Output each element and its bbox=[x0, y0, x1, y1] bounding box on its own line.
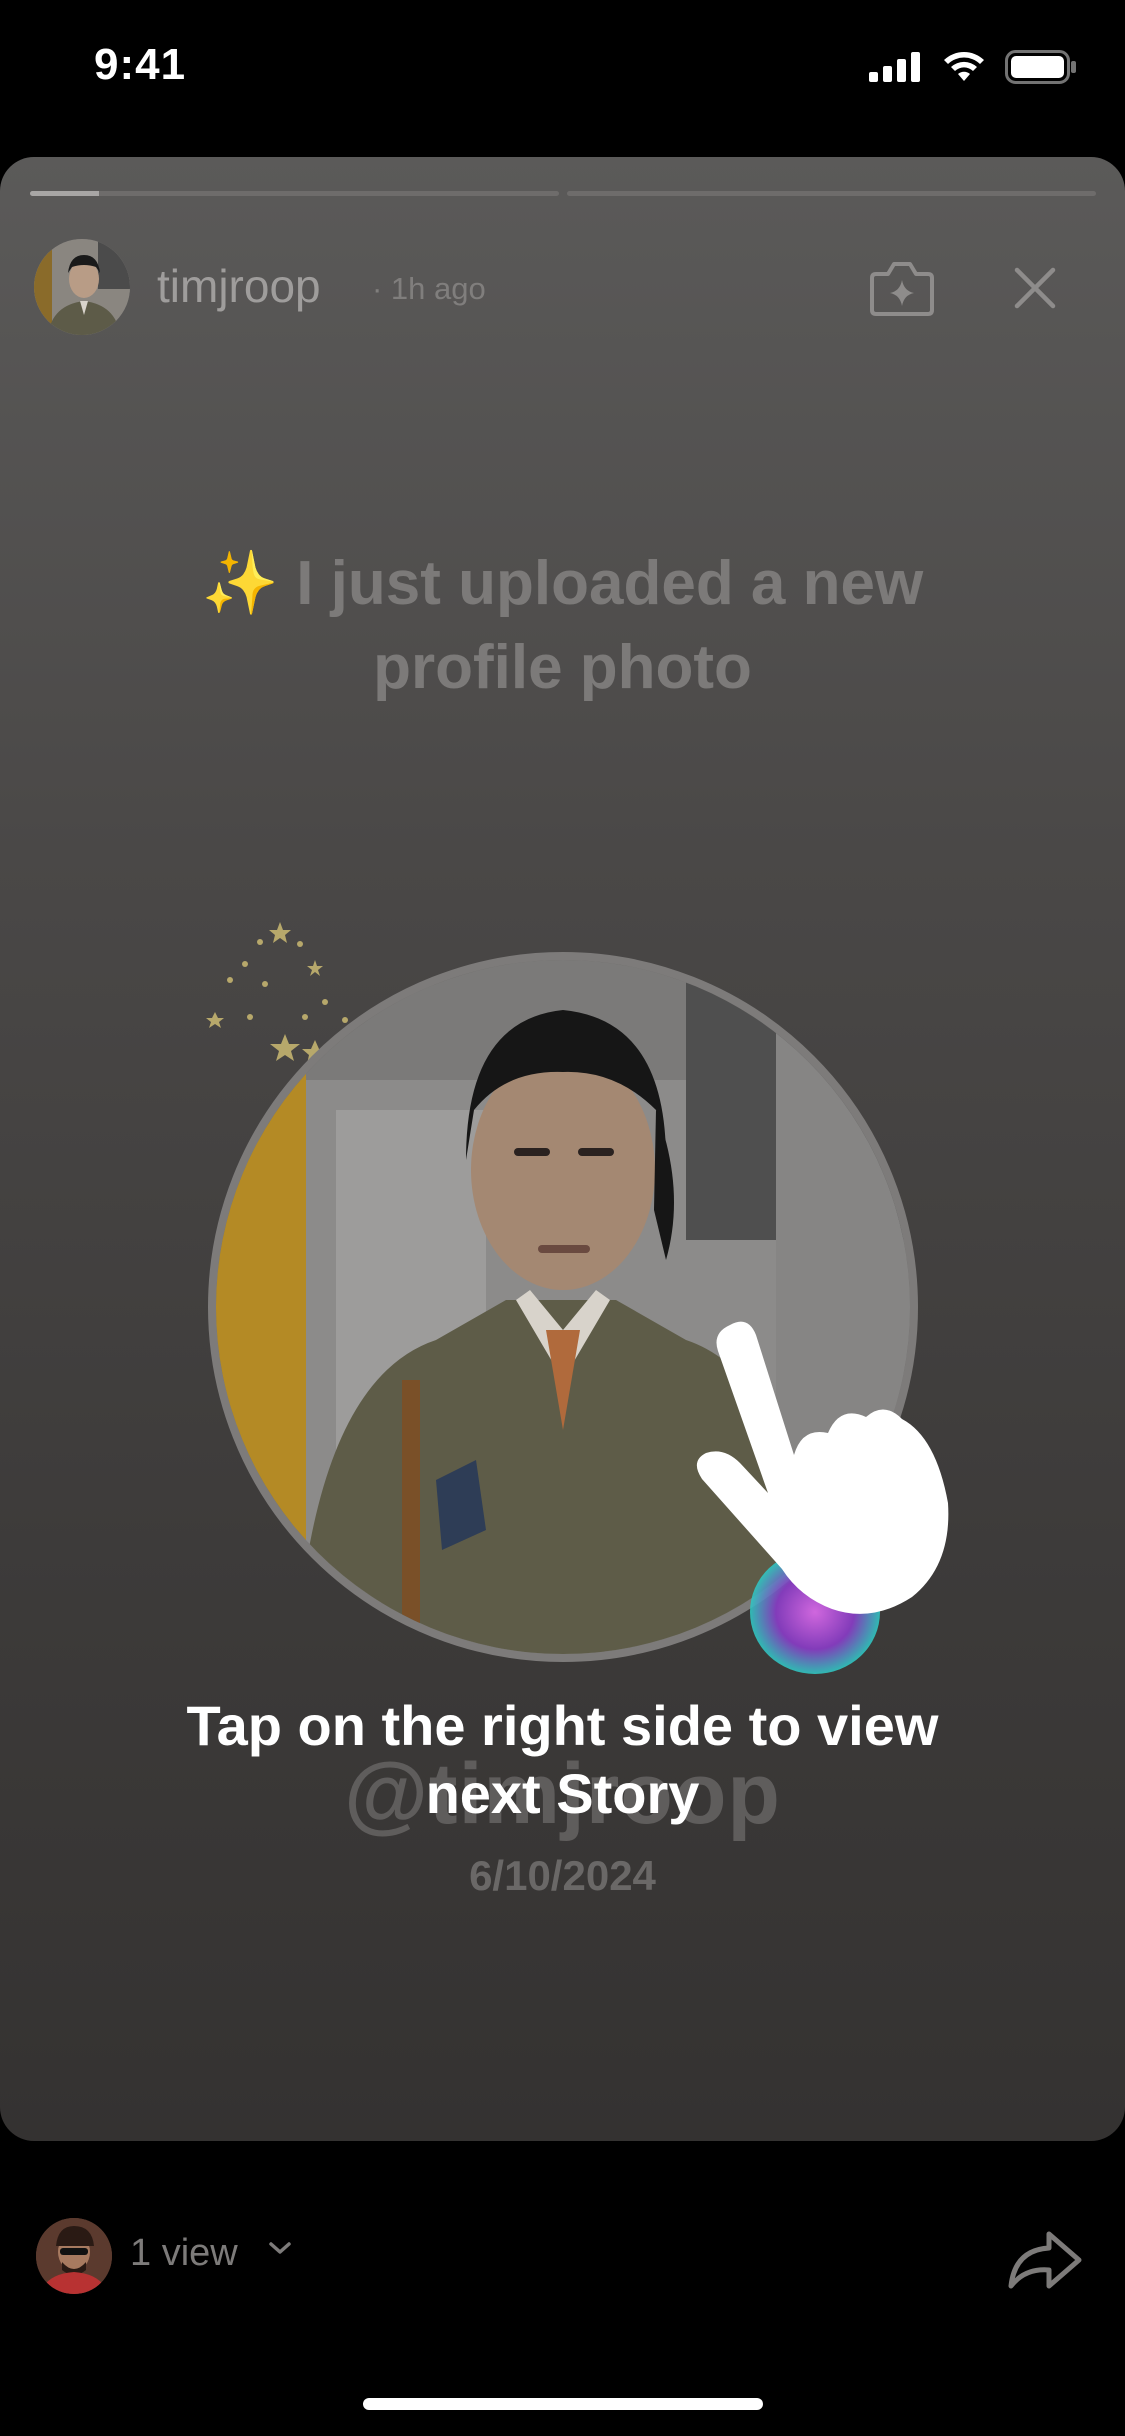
story-header: timjroop · 1h ago bbox=[34, 239, 1094, 335]
home-indicator[interactable] bbox=[363, 2398, 763, 2410]
story-username[interactable]: timjroop bbox=[157, 259, 321, 313]
author-avatar-image bbox=[34, 239, 130, 335]
story-headline-text: I just uploaded a new profile photo bbox=[296, 549, 924, 702]
progress-segment-1 bbox=[30, 191, 559, 196]
viewer-avatar-image bbox=[36, 2218, 112, 2294]
battery-icon bbox=[1005, 50, 1076, 84]
story-card[interactable]: timjroop · 1h ago ✨ I just uploaded a ne… bbox=[0, 157, 1125, 2141]
status-time: 9:41 bbox=[94, 40, 187, 89]
views-count[interactable]: 1 view bbox=[130, 2232, 238, 2275]
close-button[interactable] bbox=[1000, 253, 1070, 323]
chevron-down-icon[interactable] bbox=[268, 2240, 292, 2256]
wifi-icon bbox=[944, 52, 984, 81]
close-icon bbox=[1014, 267, 1056, 309]
author-avatar[interactable] bbox=[34, 239, 130, 335]
story-hint: Tap on the right side to view next Story bbox=[186, 1694, 939, 1825]
tap-hand-icon bbox=[696, 1321, 949, 1674]
story-time-ago: · 1h ago bbox=[372, 271, 486, 306]
share-arrow-icon[interactable] bbox=[1005, 2220, 1085, 2300]
story-progress bbox=[30, 191, 1096, 197]
status-icons bbox=[869, 50, 1077, 84]
signal-icon bbox=[869, 52, 920, 82]
story-date: 6/10/2024 bbox=[469, 1852, 656, 1899]
viewer-avatar[interactable] bbox=[36, 2218, 112, 2294]
story-headline: ✨ I just uploaded a new profile photo bbox=[140, 542, 985, 710]
progress-segment-2 bbox=[567, 191, 1096, 196]
sparkle-camera-icon bbox=[870, 262, 934, 316]
sparkles-emoji: ✨ bbox=[201, 549, 279, 618]
status-bar: 9:41 bbox=[0, 0, 1125, 140]
ai-camera-button[interactable] bbox=[867, 253, 937, 323]
story-footer: 1 view bbox=[0, 2200, 1125, 2320]
